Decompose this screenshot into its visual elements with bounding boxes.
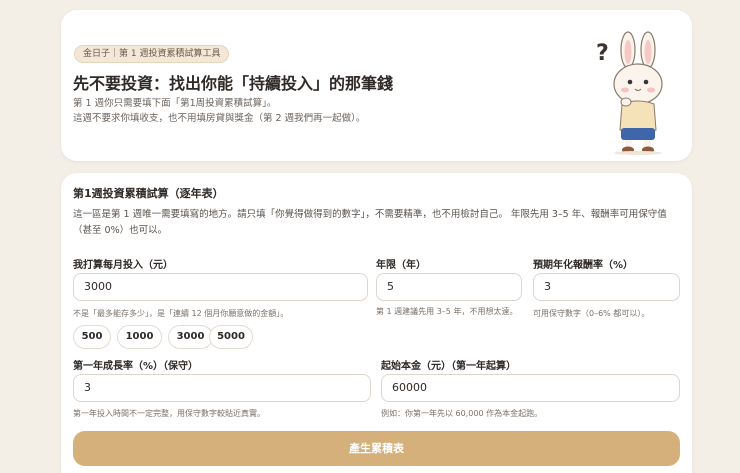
first-year-growth-input[interactable]: 3 (73, 374, 371, 402)
starting-principal-input[interactable]: 60000 (381, 374, 680, 402)
section-title: 第1週投資累積試算（逐年表） (73, 187, 224, 200)
hero-description: 第 1 週你只需要填下面「第1周投資累積試算」。 這週不要求你填收支，也不用填房… (73, 96, 365, 126)
preset-chip-5000[interactable]: 5000 (209, 325, 253, 349)
hero-card: 金日子｜第 1 週投資累積試算工具 先不要投資：找出你能「持續投入」的那筆錢 第… (61, 10, 692, 161)
tool-badge: 金日子｜第 1 週投資累積試算工具 (74, 45, 230, 63)
page-title: 先不要投資：找出你能「持續投入」的那筆錢 (73, 74, 394, 93)
starting-principal-hint: 例如：你第一年先以 60,000 作為本金起跑。 (381, 409, 543, 418)
bunny-mascot-icon: ? (596, 31, 663, 155)
annual-return-input[interactable]: 3 (533, 273, 680, 301)
section-description: 這一區是第 1 週唯一需要填寫的地方。請只填「你覺得做得到的數字」，不需要精準，… (73, 209, 667, 236)
starting-principal-label: 起始本金（元）（第一年起算） (381, 361, 516, 372)
years-input[interactable]: 5 (376, 273, 522, 301)
hero-description-line: 這週不要求你填收支，也不用填房貸與獎金（第 2 週我們再一起做）。 (73, 113, 366, 124)
svg-text:?: ? (596, 41, 609, 66)
annual-return-label: 預期年化報酬率（%） (533, 260, 634, 271)
preset-chip-1000[interactable]: 1000 (117, 325, 162, 349)
generate-table-button[interactable]: 產生累積表 (73, 431, 680, 466)
first-year-growth-hint: 第一年投入時間不一定完整，用保守數字較貼近真實。 (73, 409, 265, 418)
years-hint: 第 1 週建議先用 3–5 年，不用想太遠。 (376, 307, 518, 316)
monthly-investment-input[interactable]: 3000 (73, 273, 368, 301)
preset-chip-500[interactable]: 500 (73, 325, 111, 349)
monthly-investment-hint: 不是「最多能存多少」，是「連續 12 個月你願意做的金額」。 (73, 309, 289, 318)
preset-chip-3000[interactable]: 3000 (168, 325, 213, 349)
hero-description-line: 第 1 週你只需要填下面「第1周投資累積試算」。 (73, 98, 277, 109)
years-label: 年限（年） (376, 260, 426, 271)
annual-return-hint: 可用保守數字（0–6% 都可以）。 (533, 309, 650, 318)
calculator-card: 第1週投資累積試算（逐年表） 這一區是第 1 週唯一需要填寫的地方。請只填「你覺… (61, 173, 692, 473)
monthly-investment-label: 我打算每月投入（元） (73, 260, 173, 271)
first-year-growth-label: 第一年成長率（%）（保守） (73, 361, 199, 372)
